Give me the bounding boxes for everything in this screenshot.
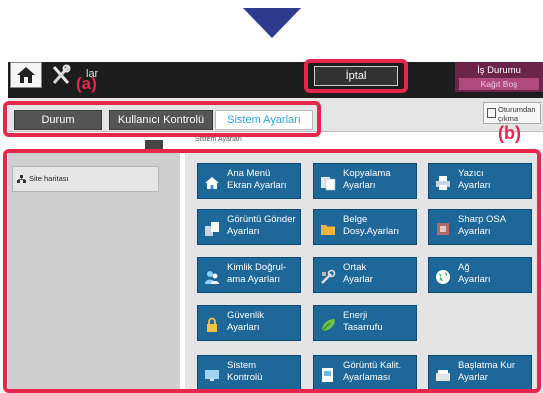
breadcrumb: Sistem Ayarları xyxy=(195,136,242,143)
logout-label-line2: çıkma xyxy=(498,114,519,123)
job-status-subtitle: Kağıt Boş xyxy=(459,78,539,90)
screen: lar İptal İş Durumu Kağıt Boş Durum Kull… xyxy=(0,0,543,393)
highlight-content-area xyxy=(3,149,541,393)
logout-button[interactable]: Oturumdan çıkma xyxy=(483,102,541,124)
job-status-title: İş Durumu xyxy=(477,65,521,76)
tools-icon[interactable] xyxy=(51,64,71,86)
logout-icon xyxy=(487,108,496,118)
highlight-cancel xyxy=(304,59,408,93)
callout-b: (b) xyxy=(498,123,521,143)
callout-a: (a) xyxy=(76,74,97,93)
job-status-button[interactable]: İş Durumu Kağıt Boş xyxy=(455,62,543,92)
logout-label-line1: Oturumdan xyxy=(498,105,536,114)
highlight-tab-bar xyxy=(3,101,321,137)
home-icon xyxy=(17,67,35,83)
down-arrow-indicator xyxy=(243,8,301,38)
home-button[interactable] xyxy=(10,62,42,88)
